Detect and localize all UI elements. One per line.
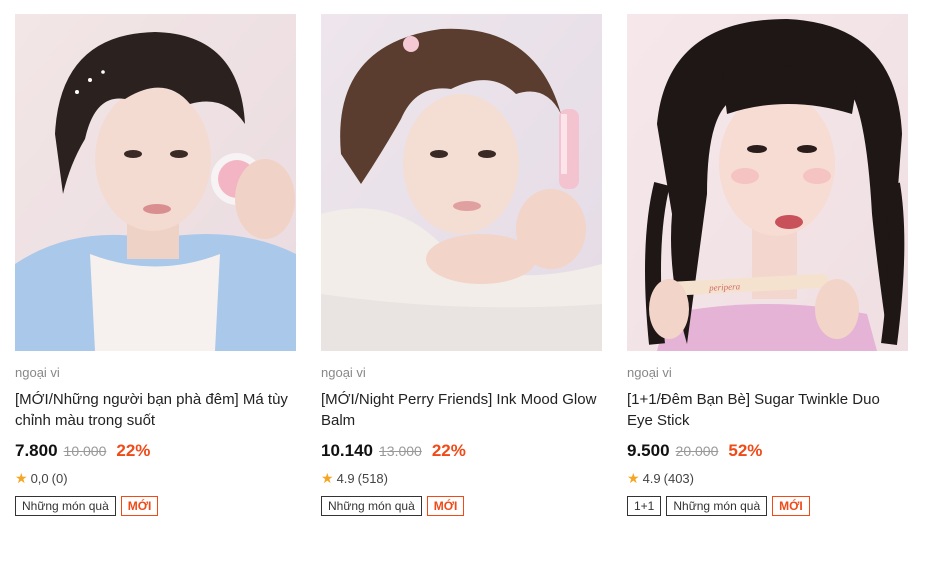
product-stick-label: peripera xyxy=(708,281,741,293)
star-icon: ★ xyxy=(321,470,334,486)
product-name[interactable]: [1+1/Đêm Bạn Bè] Sugar Twinkle Duo Eye S… xyxy=(627,389,908,431)
tag-new: MỚI xyxy=(426,496,465,516)
product-image[interactable]: peripera xyxy=(627,14,908,351)
tag-gift: Những món quà xyxy=(321,496,422,516)
review-count: (518) xyxy=(357,470,388,486)
sale-price: 9.500 xyxy=(627,441,670,460)
tag-list: Những món quà MỚI xyxy=(321,496,602,516)
tag-1plus1: 1+1 xyxy=(627,496,662,516)
product-name[interactable]: [MỚI/Night Perry Friends] Ink Mood Glow … xyxy=(321,389,602,431)
original-price: 13.000 xyxy=(379,443,422,459)
tag-new: MỚI xyxy=(772,496,810,516)
product-image[interactable] xyxy=(15,14,296,351)
rating-row: ★ 4.9 (403) xyxy=(627,469,908,487)
product-name[interactable]: [MỚI/Những người bạn phà đêm] Má tùy chỉ… xyxy=(15,389,296,431)
rating-value: 0,0 xyxy=(30,470,49,486)
price-row: 10.140 13.000 22% xyxy=(321,441,602,463)
product-brand: ngoại vi xyxy=(627,365,672,380)
review-count: (0) xyxy=(51,470,68,486)
tag-gift: Những món quà xyxy=(666,496,768,516)
rating-value: 4.9 xyxy=(642,470,661,486)
original-price: 20.000 xyxy=(675,443,719,459)
product-brand: ngoại vi xyxy=(15,365,60,380)
rating-row: ★ 0,0 (0) xyxy=(15,469,296,487)
rating-value: 4.9 xyxy=(336,470,355,486)
review-count: (403) xyxy=(663,470,694,486)
rating-row: ★ 4.9 (518) xyxy=(321,469,602,487)
product-card[interactable]: peripera ngoại vi [1+1/Đêm Bạn Bè] Sugar… xyxy=(627,14,908,516)
price-row: 9.500 20.000 52% xyxy=(627,441,908,463)
discount-percent: 52% xyxy=(728,441,763,460)
tag-new: MỚI xyxy=(120,496,159,516)
discount-percent: 22% xyxy=(116,441,151,460)
product-brand: ngoại vi xyxy=(321,365,366,380)
star-icon: ★ xyxy=(15,470,28,486)
tag-gift: Những món quà xyxy=(15,496,116,516)
sale-price: 10.140 xyxy=(321,441,373,460)
tag-list: 1+1 Những món quà MỚI xyxy=(627,496,908,516)
price-row: 7.800 10.000 22% xyxy=(15,441,296,463)
sale-price: 7.800 xyxy=(15,441,58,460)
product-image[interactable] xyxy=(321,14,602,351)
star-icon: ★ xyxy=(627,470,640,486)
product-card[interactable]: ngoại vi [MỚI/Night Perry Friends] Ink M… xyxy=(321,14,602,516)
original-price: 10.000 xyxy=(63,443,107,459)
tag-list: Những món quà MỚI xyxy=(15,496,296,516)
discount-percent: 22% xyxy=(431,441,466,460)
product-card[interactable]: ngoại vi [MỚI/Những người bạn phà đêm] M… xyxy=(15,14,296,516)
